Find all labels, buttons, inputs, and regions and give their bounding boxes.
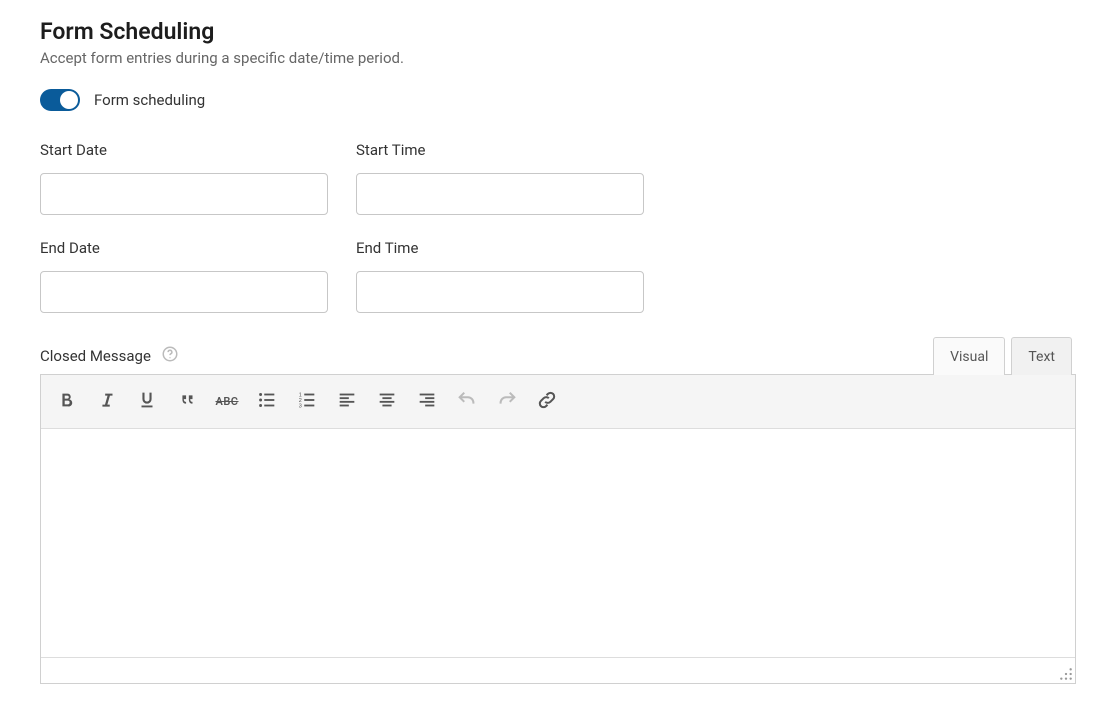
help-icon[interactable]	[161, 345, 179, 367]
align-right-icon	[416, 389, 438, 415]
start-date-label: Start Date	[40, 141, 328, 159]
start-time-label: Start Time	[356, 141, 644, 159]
align-center-button[interactable]	[367, 382, 407, 422]
quote-icon	[176, 389, 198, 415]
align-left-button[interactable]	[327, 382, 367, 422]
align-center-icon	[376, 389, 398, 415]
form-scheduling-toggle-label: Form scheduling	[94, 91, 205, 109]
italic-icon	[96, 389, 118, 415]
italic-button[interactable]	[87, 382, 127, 422]
editor-toolbar: ABC 123	[41, 375, 1075, 429]
page-title: Form Scheduling	[40, 18, 1076, 45]
strikethrough-icon: ABC	[215, 395, 238, 408]
closed-message-editor[interactable]	[41, 429, 1075, 657]
numbered-list-button[interactable]: 123	[287, 382, 327, 422]
undo-button[interactable]	[447, 382, 487, 422]
tab-visual[interactable]: Visual	[933, 337, 1005, 375]
start-date-input[interactable]	[40, 173, 328, 215]
align-left-icon	[336, 389, 358, 415]
end-time-label: End Time	[356, 239, 644, 257]
start-time-input[interactable]	[356, 173, 644, 215]
editor-path-bar	[41, 657, 1075, 683]
list-ol-icon: 123	[296, 389, 318, 415]
link-icon	[536, 389, 558, 415]
undo-icon	[456, 389, 478, 415]
svg-text:3: 3	[299, 403, 302, 409]
redo-icon	[496, 389, 518, 415]
bold-icon	[56, 389, 78, 415]
rich-text-editor: ABC 123	[40, 374, 1076, 684]
list-ul-icon	[256, 389, 278, 415]
end-date-label: End Date	[40, 239, 328, 257]
bold-button[interactable]	[47, 382, 87, 422]
closed-message-label: Closed Message	[40, 347, 151, 365]
strikethrough-button[interactable]: ABC	[207, 382, 247, 422]
blockquote-button[interactable]	[167, 382, 207, 422]
tab-text[interactable]: Text	[1011, 337, 1072, 375]
underline-icon	[136, 389, 158, 415]
redo-button[interactable]	[487, 382, 527, 422]
end-date-input[interactable]	[40, 271, 328, 313]
align-right-button[interactable]	[407, 382, 447, 422]
link-button[interactable]	[527, 382, 567, 422]
toggle-knob	[60, 91, 78, 109]
end-time-input[interactable]	[356, 271, 644, 313]
page-description: Accept form entries during a specific da…	[40, 49, 1076, 67]
underline-button[interactable]	[127, 382, 167, 422]
form-scheduling-toggle[interactable]	[40, 89, 80, 111]
bulleted-list-button[interactable]	[247, 382, 287, 422]
